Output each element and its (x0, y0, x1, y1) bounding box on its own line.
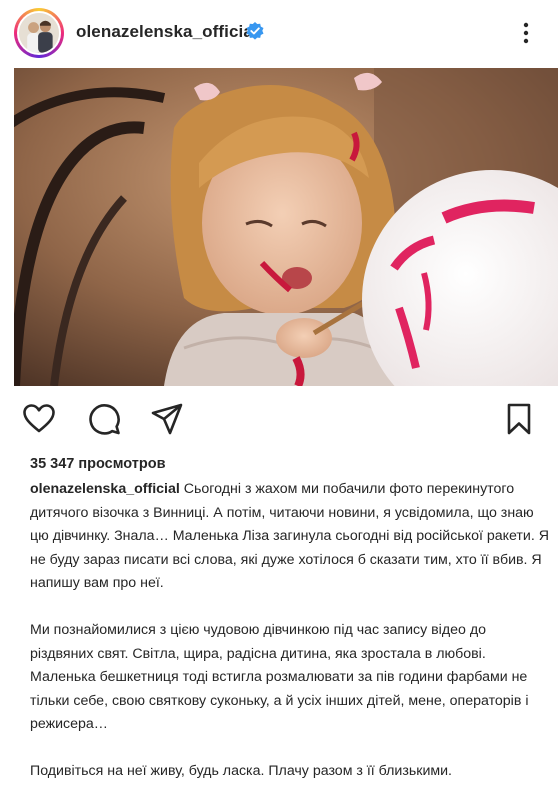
heart-icon[interactable] (22, 402, 56, 436)
girl-painting-image (14, 68, 558, 386)
caption-username[interactable]: olenazelenska_official (30, 481, 180, 497)
verified-badge-icon (246, 22, 264, 40)
views-count: 35 347 просмотров (30, 456, 166, 472)
bookmark-icon[interactable] (502, 402, 536, 436)
post-header: olenazelenska_official (0, 0, 558, 68)
username[interactable]: olenazelenska_official (76, 22, 258, 42)
comment-bubble-icon[interactable] (87, 402, 121, 436)
avatar-image (17, 11, 61, 55)
action-bar (0, 386, 558, 446)
post-photo[interactable] (14, 68, 558, 386)
paper-plane-icon[interactable] (150, 402, 184, 436)
avatar[interactable] (14, 8, 64, 58)
caption-text: Сьогодні з жахом ми побачили фото переки… (30, 481, 549, 591)
post-caption: olenazelenska_official Сьогодні з жахом … (30, 478, 550, 800)
caption-paragraph: Подивіться на неї живу, будь ласка. Плач… (30, 763, 452, 779)
caption-paragraph: olenazelenska_official Сьогодні з жахом … (30, 478, 550, 596)
caption-paragraph: Ми познайомилися з цією чудовою дівчинко… (30, 622, 529, 732)
more-options-icon[interactable] (518, 18, 534, 48)
